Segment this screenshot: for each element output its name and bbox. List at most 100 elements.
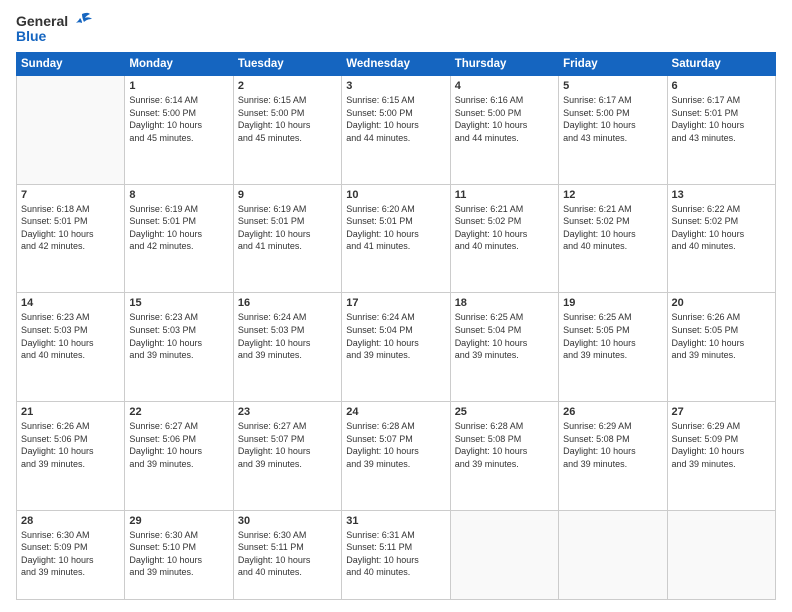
day-info: Sunrise: 6:31 AMSunset: 5:11 PMDaylight:… <box>346 529 445 579</box>
calendar-cell <box>667 510 775 599</box>
day-number: 6 <box>672 80 771 92</box>
calendar-cell: 2Sunrise: 6:15 AMSunset: 5:00 PMDaylight… <box>233 76 341 185</box>
calendar-cell: 19 Sunrise: 6:25 AMSunset: 5:05 PMDayligh… <box>559 293 667 402</box>
header: General Blue <box>16 12 776 44</box>
day-number: 28 <box>21 515 120 527</box>
calendar-cell: 16 Sunrise: 6:24 AMSunset: 5:03 PMDayligh… <box>233 293 341 402</box>
calendar-cell: 4 Sunrise: 6:16 AMSunset: 5:00 PMDaylight… <box>450 76 558 185</box>
day-number: 19 <box>563 297 662 309</box>
day-info: Sunrise: 6:19 AMSunset: 5:01 PMDaylight:… <box>238 203 337 253</box>
day-number: 21 <box>21 406 120 418</box>
calendar-cell: 9 Sunrise: 6:19 AMSunset: 5:01 PMDaylight… <box>233 184 341 293</box>
day-info: Sunrise: 6:17 AMSunset: 5:00 PMDaylight:… <box>563 94 662 144</box>
day-info: Sunrise: 6:24 AMSunset: 5:04 PMDaylight:… <box>346 311 445 361</box>
calendar-cell: 26Sunrise: 6:29 AMSunset: 5:08 PMDayligh… <box>559 401 667 510</box>
day-number: 10 <box>346 189 445 201</box>
day-info: Sunrise: 6:22 AMSunset: 5:02 PMDaylight:… <box>672 203 771 253</box>
day-info: Sunrise: 6:16 AMSunset: 5:00 PMDaylight:… <box>455 94 554 144</box>
calendar-cell: 24 Sunrise: 6:28 AMSunset: 5:07 PMDayligh… <box>342 401 450 510</box>
day-number: 16 <box>238 297 337 309</box>
day-number: 24 <box>346 406 445 418</box>
day-info: Sunrise: 6:26 AMSunset: 5:06 PMDaylight:… <box>21 420 120 470</box>
day-number: 11 <box>455 189 554 201</box>
day-number: 1 <box>129 80 228 92</box>
calendar-cell: 30 Sunrise: 6:30 AMSunset: 5:11 PMDayligh… <box>233 510 341 599</box>
calendar-cell: 15 Sunrise: 6:23 AMSunset: 5:03 PMDayligh… <box>125 293 233 402</box>
day-number: 20 <box>672 297 771 309</box>
day-info: Sunrise: 6:29 AMSunset: 5:09 PMDaylight:… <box>672 420 771 470</box>
calendar-header-row: SundayMondayTuesdayWednesdayThursdayFrid… <box>17 53 776 76</box>
logo-bird-icon <box>70 12 92 30</box>
calendar-cell <box>450 510 558 599</box>
calendar-cell: 23 Sunrise: 6:27 AMSunset: 5:07 PMDayligh… <box>233 401 341 510</box>
day-info: Sunrise: 6:23 AMSunset: 5:03 PMDaylight:… <box>21 311 120 361</box>
day-info: Sunrise: 6:15 AMSunset: 5:00 PMDaylight:… <box>346 94 445 144</box>
day-info: Sunrise: 6:27 AMSunset: 5:06 PMDaylight:… <box>129 420 228 470</box>
day-number: 3 <box>346 80 445 92</box>
calendar-cell: 6Sunrise: 6:17 AMSunset: 5:01 PMDaylight… <box>667 76 775 185</box>
day-info: Sunrise: 6:26 AMSunset: 5:05 PMDaylight:… <box>672 311 771 361</box>
calendar-cell: 1 Sunrise: 6:14 AMSunset: 5:00 PMDaylight… <box>125 76 233 185</box>
day-number: 4 <box>455 80 554 92</box>
calendar-cell: 22 Sunrise: 6:27 AMSunset: 5:06 PMDayligh… <box>125 401 233 510</box>
calendar-cell: 3 Sunrise: 6:15 AMSunset: 5:00 PMDaylight… <box>342 76 450 185</box>
calendar-week-row: 14 Sunrise: 6:23 AMSunset: 5:03 PMDayligh… <box>17 293 776 402</box>
day-info: Sunrise: 6:23 AMSunset: 5:03 PMDaylight:… <box>129 311 228 361</box>
calendar-week-row: 7 Sunrise: 6:18 AMSunset: 5:01 PMDaylight… <box>17 184 776 293</box>
calendar-cell: 27 Sunrise: 6:29 AMSunset: 5:09 PMDayligh… <box>667 401 775 510</box>
day-number: 9 <box>238 189 337 201</box>
day-info: Sunrise: 6:30 AMSunset: 5:11 PMDaylight:… <box>238 529 337 579</box>
calendar-cell: 12Sunrise: 6:21 AMSunset: 5:02 PMDayligh… <box>559 184 667 293</box>
day-number: 27 <box>672 406 771 418</box>
day-number: 5 <box>563 80 662 92</box>
day-number: 22 <box>129 406 228 418</box>
calendar-week-row: 1 Sunrise: 6:14 AMSunset: 5:00 PMDaylight… <box>17 76 776 185</box>
day-info: Sunrise: 6:25 AMSunset: 5:04 PMDaylight:… <box>455 311 554 361</box>
weekday-header: Sunday <box>17 53 125 76</box>
day-number: 7 <box>21 189 120 201</box>
day-info: Sunrise: 6:18 AMSunset: 5:01 PMDaylight:… <box>21 203 120 253</box>
page: General Blue SundayMondayTuesdayWednesda… <box>0 0 792 612</box>
day-info: Sunrise: 6:20 AMSunset: 5:01 PMDaylight:… <box>346 203 445 253</box>
calendar-week-row: 21 Sunrise: 6:26 AMSunset: 5:06 PMDayligh… <box>17 401 776 510</box>
calendar-table: SundayMondayTuesdayWednesdayThursdayFrid… <box>16 52 776 600</box>
logo: General Blue <box>16 12 92 44</box>
day-number: 29 <box>129 515 228 527</box>
calendar-cell: 29 Sunrise: 6:30 AMSunset: 5:10 PMDayligh… <box>125 510 233 599</box>
day-number: 13 <box>672 189 771 201</box>
calendar-cell: 5 Sunrise: 6:17 AMSunset: 5:00 PMDaylight… <box>559 76 667 185</box>
calendar-cell: 13 Sunrise: 6:22 AMSunset: 5:02 PMDayligh… <box>667 184 775 293</box>
day-info: Sunrise: 6:27 AMSunset: 5:07 PMDaylight:… <box>238 420 337 470</box>
day-info: Sunrise: 6:25 AMSunset: 5:05 PMDaylight:… <box>563 311 662 361</box>
logo-blue-text: Blue <box>16 28 46 44</box>
day-number: 23 <box>238 406 337 418</box>
day-info: Sunrise: 6:30 AMSunset: 5:09 PMDaylight:… <box>21 529 120 579</box>
calendar-cell: 20 Sunrise: 6:26 AMSunset: 5:05 PMDayligh… <box>667 293 775 402</box>
logo-container: General Blue <box>16 12 92 44</box>
day-info: Sunrise: 6:28 AMSunset: 5:07 PMDaylight:… <box>346 420 445 470</box>
calendar-cell: 25Sunrise: 6:28 AMSunset: 5:08 PMDayligh… <box>450 401 558 510</box>
weekday-header: Thursday <box>450 53 558 76</box>
calendar-cell: 21 Sunrise: 6:26 AMSunset: 5:06 PMDayligh… <box>17 401 125 510</box>
day-info: Sunrise: 6:30 AMSunset: 5:10 PMDaylight:… <box>129 529 228 579</box>
calendar-cell: 17Sunrise: 6:24 AMSunset: 5:04 PMDayligh… <box>342 293 450 402</box>
day-number: 30 <box>238 515 337 527</box>
logo-general-text: General <box>16 13 68 29</box>
calendar-cell: 8 Sunrise: 6:19 AMSunset: 5:01 PMDaylight… <box>125 184 233 293</box>
day-info: Sunrise: 6:19 AMSunset: 5:01 PMDaylight:… <box>129 203 228 253</box>
day-info: Sunrise: 6:24 AMSunset: 5:03 PMDaylight:… <box>238 311 337 361</box>
day-info: Sunrise: 6:14 AMSunset: 5:00 PMDaylight:… <box>129 94 228 144</box>
weekday-header: Friday <box>559 53 667 76</box>
weekday-header: Wednesday <box>342 53 450 76</box>
weekday-header: Saturday <box>667 53 775 76</box>
day-number: 14 <box>21 297 120 309</box>
calendar-cell: 10 Sunrise: 6:20 AMSunset: 5:01 PMDayligh… <box>342 184 450 293</box>
day-number: 31 <box>346 515 445 527</box>
day-number: 12 <box>563 189 662 201</box>
calendar-cell: 14 Sunrise: 6:23 AMSunset: 5:03 PMDayligh… <box>17 293 125 402</box>
day-number: 8 <box>129 189 228 201</box>
day-info: Sunrise: 6:28 AMSunset: 5:08 PMDaylight:… <box>455 420 554 470</box>
day-number: 18 <box>455 297 554 309</box>
day-number: 15 <box>129 297 228 309</box>
day-number: 26 <box>563 406 662 418</box>
